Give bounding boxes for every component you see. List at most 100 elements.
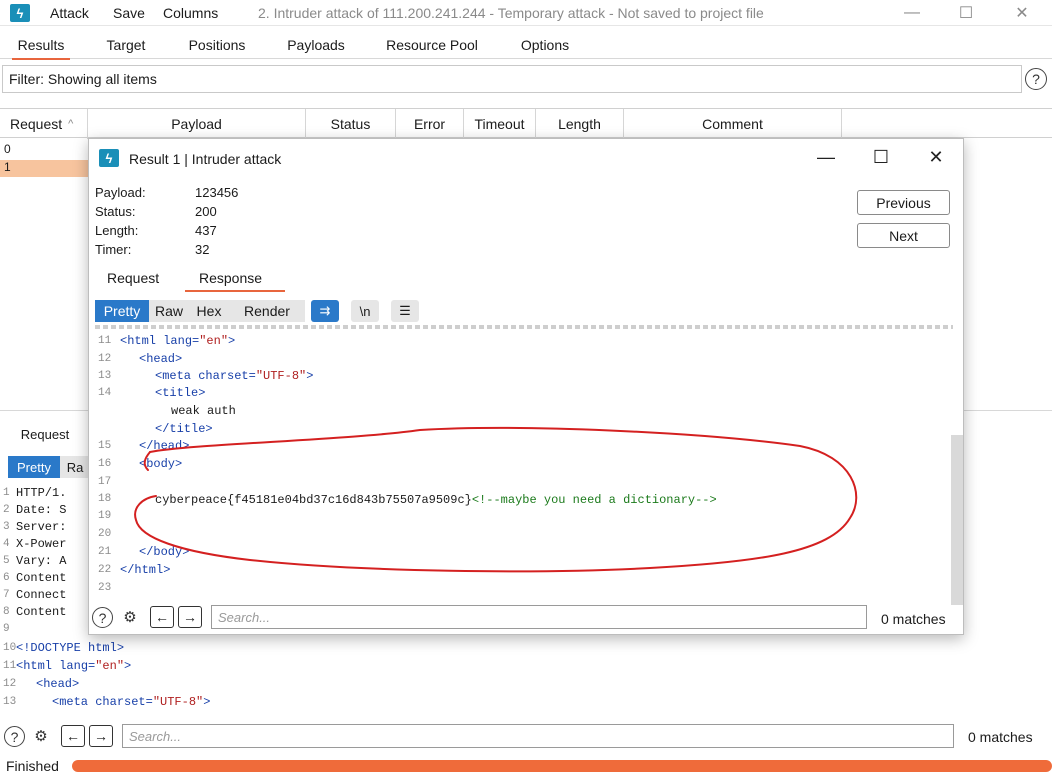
- column-status[interactable]: Status: [306, 109, 396, 139]
- tab-payloads[interactable]: Payloads: [280, 31, 352, 59]
- pretty-button[interactable]: Pretty: [95, 300, 149, 322]
- status-bar: Finished: [0, 757, 1052, 775]
- burp-logo-icon: ϟ: [99, 149, 119, 167]
- status-text: Finished: [6, 758, 59, 774]
- code-tag: <meta: [155, 369, 192, 383]
- title-bar: ϟ Attack Save Columns 2. Intruder attack…: [0, 0, 1052, 26]
- hamburger-menu-icon[interactable]: ☰: [391, 300, 419, 322]
- previous-match-arrow-icon[interactable]: ←: [61, 725, 85, 747]
- tab-positions[interactable]: Positions: [178, 31, 256, 59]
- code-line: </body>: [139, 545, 190, 559]
- settings-gear-icon[interactable]: ⚙: [30, 725, 52, 747]
- search-input[interactable]: Search...: [122, 724, 954, 748]
- line-number: 21: [98, 546, 112, 558]
- code-line: HTTP/1.: [16, 486, 67, 500]
- payload-label: Payload:: [95, 185, 146, 200]
- search-input[interactable]: Search...: [211, 605, 867, 629]
- flag-text: cyberpeace{f45181e04bd37c16d843b75507a95…: [155, 493, 472, 507]
- main-tabs: Results Target Positions Payloads Resour…: [0, 31, 1052, 60]
- line-number: 23: [98, 582, 112, 594]
- render-button[interactable]: Render: [229, 300, 305, 322]
- lower-tab-request[interactable]: Request: [10, 423, 80, 445]
- tab-resource-pool[interactable]: Resource Pool: [378, 31, 486, 59]
- help-icon[interactable]: ?: [1025, 68, 1047, 90]
- match-count: 0 matches: [881, 611, 946, 627]
- results-table-header: Request ^ Payload Status Error Timeout L…: [0, 108, 1052, 139]
- line-number: 17: [98, 476, 112, 488]
- code-tag: <html: [16, 659, 53, 673]
- maximize-icon[interactable]: ☐: [946, 0, 986, 26]
- line-number: 12: [98, 353, 112, 365]
- next-match-arrow-icon[interactable]: →: [178, 606, 202, 628]
- column-timeout[interactable]: Timeout: [464, 109, 536, 139]
- column-length[interactable]: Length: [536, 109, 624, 139]
- dialog-minimize-icon[interactable]: —: [811, 145, 841, 169]
- response-editor[interactable]: 11 <html lang="en"> 12 <head> 13 <meta c…: [95, 325, 953, 603]
- line-number: 16: [98, 458, 112, 470]
- line-number: 14: [98, 387, 112, 399]
- timer-value: 32: [195, 242, 210, 257]
- line-number: 9: [3, 623, 10, 635]
- menu-attack[interactable]: Attack: [50, 5, 89, 21]
- help-icon[interactable]: ?: [92, 607, 113, 628]
- tab-target[interactable]: Target: [96, 31, 156, 59]
- code-line: Content: [16, 605, 67, 619]
- code-attr: lang=: [156, 334, 200, 348]
- hex-button[interactable]: Hex: [189, 300, 229, 322]
- dialog-maximize-icon[interactable]: ☐: [866, 145, 896, 169]
- code-line: Connect: [16, 588, 67, 602]
- tab-results[interactable]: Results: [10, 31, 72, 60]
- line-number: 12: [3, 678, 17, 690]
- dialog-title: Result 1 | Intruder attack: [129, 151, 282, 167]
- wrap-lines-icon[interactable]: ⇉: [311, 300, 339, 322]
- help-icon[interactable]: ?: [4, 726, 25, 747]
- next-match-arrow-icon[interactable]: →: [89, 725, 113, 747]
- line-number: 13: [3, 696, 17, 708]
- dialog-tab-request[interactable]: Request: [107, 270, 159, 286]
- length-value: 437: [195, 223, 217, 238]
- minimize-icon[interactable]: —: [892, 0, 932, 26]
- code-line: Content: [16, 571, 67, 585]
- line-number: 20: [98, 528, 112, 540]
- previous-match-arrow-icon[interactable]: ←: [150, 606, 174, 628]
- close-icon[interactable]: ✕: [1002, 0, 1042, 26]
- column-payload[interactable]: Payload: [88, 109, 306, 139]
- row-index: 0: [4, 142, 11, 156]
- progress-bar: [72, 760, 1052, 772]
- column-comment[interactable]: Comment: [624, 109, 842, 139]
- line-number: 11: [98, 335, 112, 347]
- previous-button[interactable]: Previous: [857, 190, 950, 215]
- code-tag: >: [306, 369, 314, 383]
- filter-bar[interactable]: Filter: Showing all items: [2, 65, 1022, 93]
- raw-button[interactable]: Raw: [149, 300, 189, 322]
- sort-ascending-icon: ^: [68, 118, 74, 130]
- code-line: Date: S: [16, 503, 67, 517]
- dialog-tab-response[interactable]: Response: [199, 270, 262, 286]
- column-request[interactable]: Request ^: [0, 109, 88, 139]
- settings-gear-icon[interactable]: ⚙: [119, 606, 141, 628]
- menu-columns[interactable]: Columns: [163, 5, 218, 21]
- code-attr: charset=: [88, 695, 153, 709]
- code-line: Vary: A: [16, 554, 67, 568]
- next-button[interactable]: Next: [857, 223, 950, 248]
- code-line: <title>: [155, 386, 206, 400]
- code-line: <meta charset="UTF-8">: [155, 369, 313, 383]
- status-label: Status:: [95, 204, 136, 219]
- code-tag: <meta: [52, 695, 89, 709]
- code-line: weak auth: [171, 404, 236, 418]
- column-error[interactable]: Error: [396, 109, 464, 139]
- menu-save[interactable]: Save: [113, 5, 145, 21]
- table-row[interactable]: 0: [0, 142, 90, 159]
- table-row-selected[interactable]: 1: [0, 160, 90, 177]
- show-newlines-icon[interactable]: \n: [351, 300, 379, 322]
- editor-scrollbar[interactable]: [951, 435, 963, 605]
- lower-raw-button[interactable]: Ra: [60, 456, 90, 478]
- code-line: <head>: [139, 352, 183, 366]
- code-string: "en": [199, 334, 229, 348]
- dialog-close-icon[interactable]: ✕: [921, 145, 951, 169]
- tab-options[interactable]: Options: [510, 31, 580, 59]
- code-line: <body>: [139, 457, 183, 471]
- window-title: 2. Intruder attack of 111.200.241.244 - …: [258, 5, 764, 21]
- code-string: "UTF-8": [152, 695, 204, 709]
- lower-pretty-button[interactable]: Pretty: [8, 456, 60, 478]
